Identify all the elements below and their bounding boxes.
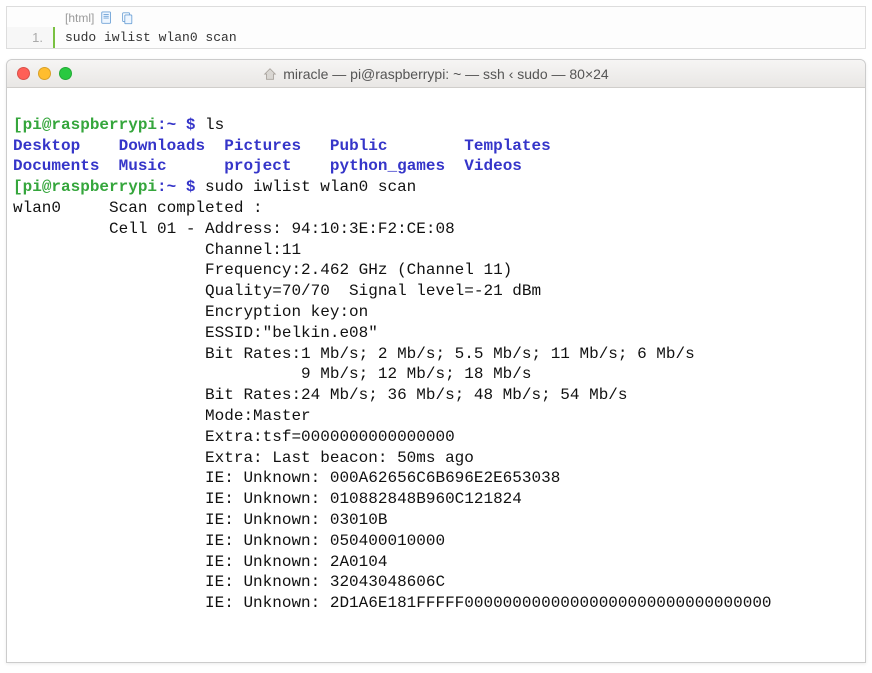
ls-dir: Documents Music project python_games Vid… <box>13 157 522 175</box>
terminal-body[interactable]: [pi@raspberrypi:~ $ ls Desktop Downloads… <box>7 88 865 662</box>
close-icon[interactable] <box>17 67 30 80</box>
scan-cell: Cell 01 - Address: 94:10:3E:F2:CE:08 <box>13 220 455 238</box>
scan-header: wlan0 Scan completed : <box>13 199 263 217</box>
code-line-number: 1. <box>7 27 55 48</box>
window-titlebar[interactable]: miracle — pi@raspberrypi: ~ — ssh ‹ sudo… <box>7 60 865 88</box>
code-snippet-header: [html] <box>7 7 865 27</box>
prompt-sep: :~ $ <box>157 116 205 134</box>
scan-body: Channel:11 Frequency:2.462 GHz (Channel … <box>13 241 772 613</box>
window-traffic-lights <box>17 67 72 80</box>
prompt-sep: :~ $ <box>157 178 205 196</box>
window-title: miracle — pi@raspberrypi: ~ — ssh ‹ sudo… <box>263 66 608 82</box>
code-snippet-box: [html] 1. sudo iwlist wlan0 scan <box>6 6 866 49</box>
copy-icon[interactable] <box>120 11 134 25</box>
prompt-userhost: pi@raspberrypi <box>23 178 157 196</box>
code-row: 1. sudo iwlist wlan0 scan <box>7 27 865 48</box>
prompt-bracket: [ <box>13 116 23 134</box>
page-icon[interactable] <box>100 11 114 25</box>
prompt-bracket: [ <box>13 178 23 196</box>
command-ls: ls <box>205 116 224 134</box>
prompt-userhost: pi@raspberrypi <box>23 116 157 134</box>
zoom-icon[interactable] <box>59 67 72 80</box>
home-icon <box>263 67 277 81</box>
code-lang-label: [html] <box>65 11 94 25</box>
terminal-window: miracle — pi@raspberrypi: ~ — ssh ‹ sudo… <box>6 59 866 663</box>
window-title-text: miracle — pi@raspberrypi: ~ — ssh ‹ sudo… <box>283 66 608 82</box>
terminal-output[interactable]: [pi@raspberrypi:~ $ ls Desktop Downloads… <box>13 115 859 614</box>
code-line-content[interactable]: sudo iwlist wlan0 scan <box>55 27 247 48</box>
command-scan: sudo iwlist wlan0 scan <box>205 178 416 196</box>
minimize-icon[interactable] <box>38 67 51 80</box>
ls-dir: Desktop Downloads Pictures Public Templa… <box>13 137 551 155</box>
